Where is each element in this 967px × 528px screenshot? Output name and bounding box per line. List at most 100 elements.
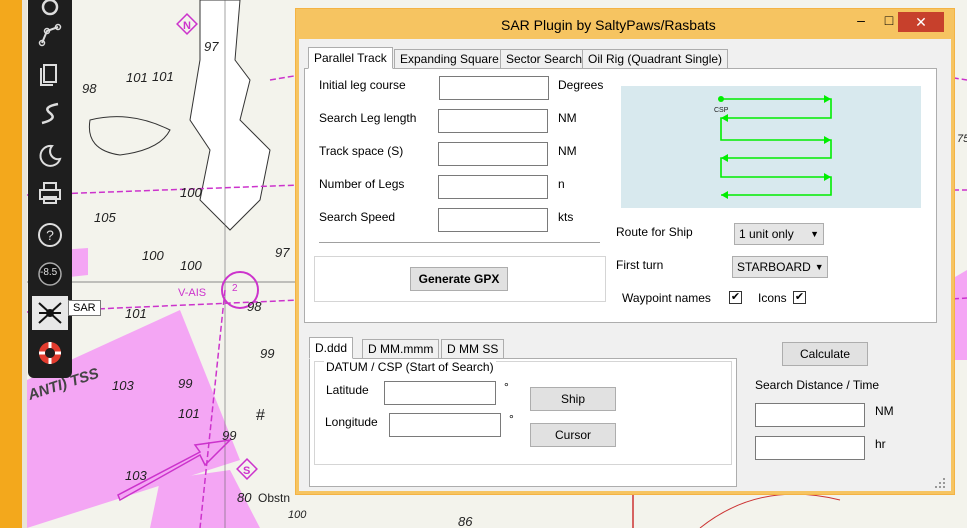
tab-oil-rig[interactable]: Oil Rig (Quadrant Single) [582,49,729,69]
compass-button[interactable]: -8.5 [32,257,68,291]
initial-leg-course-label: Initial leg course [319,78,406,92]
chart-label-vais: V-AIS [178,287,206,299]
depth-label: 101 [125,306,147,321]
track-space-input[interactable] [438,142,548,166]
depth-label: 100 [288,509,307,521]
ship-button[interactable]: Ship [530,387,616,411]
depth-label: 105 [94,210,116,225]
divider [319,242,600,243]
first-turn-select[interactable]: STARBOARD ▼ [732,256,828,278]
longitude-degree: ° [509,412,514,426]
night-mode-icon [39,144,62,167]
route-for-ship-select[interactable]: 1 unit only ▼ [734,223,824,245]
depth-label: 100 [142,248,164,263]
search-leg-length-input[interactable] [438,109,548,133]
depth-label: 101 [126,70,148,85]
search-time-output[interactable] [755,436,865,460]
depth-label: 103 [125,468,147,483]
number-of-legs-label: Number of Legs [319,177,405,191]
calculate-button[interactable]: Calculate [782,342,868,366]
csp-label: CSP [714,107,729,114]
depth-label: 86 [458,514,473,528]
dialog-client: Parallel Track Expanding Square Sector S… [303,39,948,489]
lifebuoy-button[interactable] [32,336,68,370]
sar-plugin-dialog: SAR Plugin by SaltyPaws/Rasbats – □ ✕ Pa… [295,8,955,495]
number-of-legs-input[interactable] [438,175,548,199]
tab-parallel-track[interactable]: Parallel Track [308,47,393,69]
resize-grip-icon[interactable] [934,477,946,489]
chart-label-2: 2 [232,283,238,294]
search-distance-output[interactable] [755,403,865,427]
chevron-down-icon: ▼ [810,229,819,239]
route-icon [38,23,62,47]
initial-leg-course-input[interactable] [439,76,549,100]
chevron-down-icon: ▼ [814,262,824,272]
datum-panel: DATUM / CSP (Start of Search) Latitude °… [309,358,737,487]
datum-title: DATUM / CSP (Start of Search) [324,360,496,374]
search-speed-input[interactable] [438,208,548,232]
longitude-label: Longitude [325,415,378,429]
track-button[interactable] [32,96,68,130]
depth-label: 75 [957,133,967,145]
tab-expanding-square[interactable]: Expanding Square [394,49,505,69]
search-distance-title: Search Distance / Time [755,378,880,392]
print-icon [39,182,61,204]
generate-gpx-button[interactable]: Generate GPX [410,267,508,291]
depth-label: 99 [222,428,236,443]
depth-label: 99 [260,346,274,361]
track-space-unit: NM [558,144,577,158]
pages-icon [40,64,57,86]
night-mode-button[interactable] [32,138,68,172]
longitude-input[interactable] [389,413,501,437]
datum-group [314,361,732,465]
chart-label-s: S [243,465,250,477]
depth-label: 101 [178,406,200,421]
tab-d-ddd[interactable]: D.ddd [309,337,354,359]
cursor-button[interactable]: Cursor [530,423,616,447]
search-speed-unit: kts [558,210,574,224]
depth-label: 100 [180,185,202,200]
compass-value: -8.5 [40,267,58,278]
help-button[interactable]: ? [32,218,68,252]
initial-leg-course-unit: Degrees [558,78,604,92]
close-button[interactable]: ✕ [898,12,944,32]
sar-button[interactable] [32,296,68,330]
tab-d-mm-ss[interactable]: D MM SS [441,339,505,359]
minimize-button[interactable]: – [848,9,874,31]
sar-icon [38,302,62,324]
depth-label: 101 [152,69,174,84]
depth-label: 98 [247,299,262,314]
tab-d-mm-mmm[interactable]: D MM.mmm [362,339,440,359]
search-leg-length-unit: NM [558,111,577,125]
route-button[interactable] [32,18,68,52]
depth-label: 98 [82,81,97,96]
waypoint-names-checkbox[interactable]: ✔ [729,291,742,304]
parallel-track-diagram: CSP [621,86,921,208]
icons-checkbox[interactable]: ✔ [793,291,806,304]
first-turn-label: First turn [616,258,664,272]
dialog-titlebar[interactable]: SAR Plugin by SaltyPaws/Rasbats – □ ✕ [296,9,954,39]
latitude-input[interactable] [384,381,496,405]
first-turn-value: STARBOARD [737,260,811,274]
window-edge-strip [0,0,22,528]
search-leg-length-label: Search Leg length [319,111,417,125]
depth-label: 99 [178,376,192,391]
main-toolbar: ? -8.5 [28,0,72,378]
print-button[interactable] [32,176,68,210]
route-for-ship-value: 1 unit only [739,227,794,241]
track-space-label: Track space (S) [319,144,404,158]
window-edge-strip-inner [22,0,27,528]
tab-sector-search[interactable]: Sector Search [500,49,589,69]
chart-label-hash: # [256,407,265,424]
pages-button[interactable] [32,56,68,90]
search-time-unit: hr [875,437,886,451]
search-speed-label: Search Speed [319,210,396,224]
depth-label: 103 [112,378,134,393]
chart-label-obstn: Obstn [258,491,290,505]
sar-tooltip: SAR [68,300,101,316]
depth-label: 97 [204,39,219,54]
svg-text:?: ? [46,227,54,243]
dialog-title: SAR Plugin by SaltyPaws/Rasbats [501,17,716,33]
route-for-ship-label: Route for Ship [616,225,693,239]
latitude-label: Latitude [326,383,369,397]
